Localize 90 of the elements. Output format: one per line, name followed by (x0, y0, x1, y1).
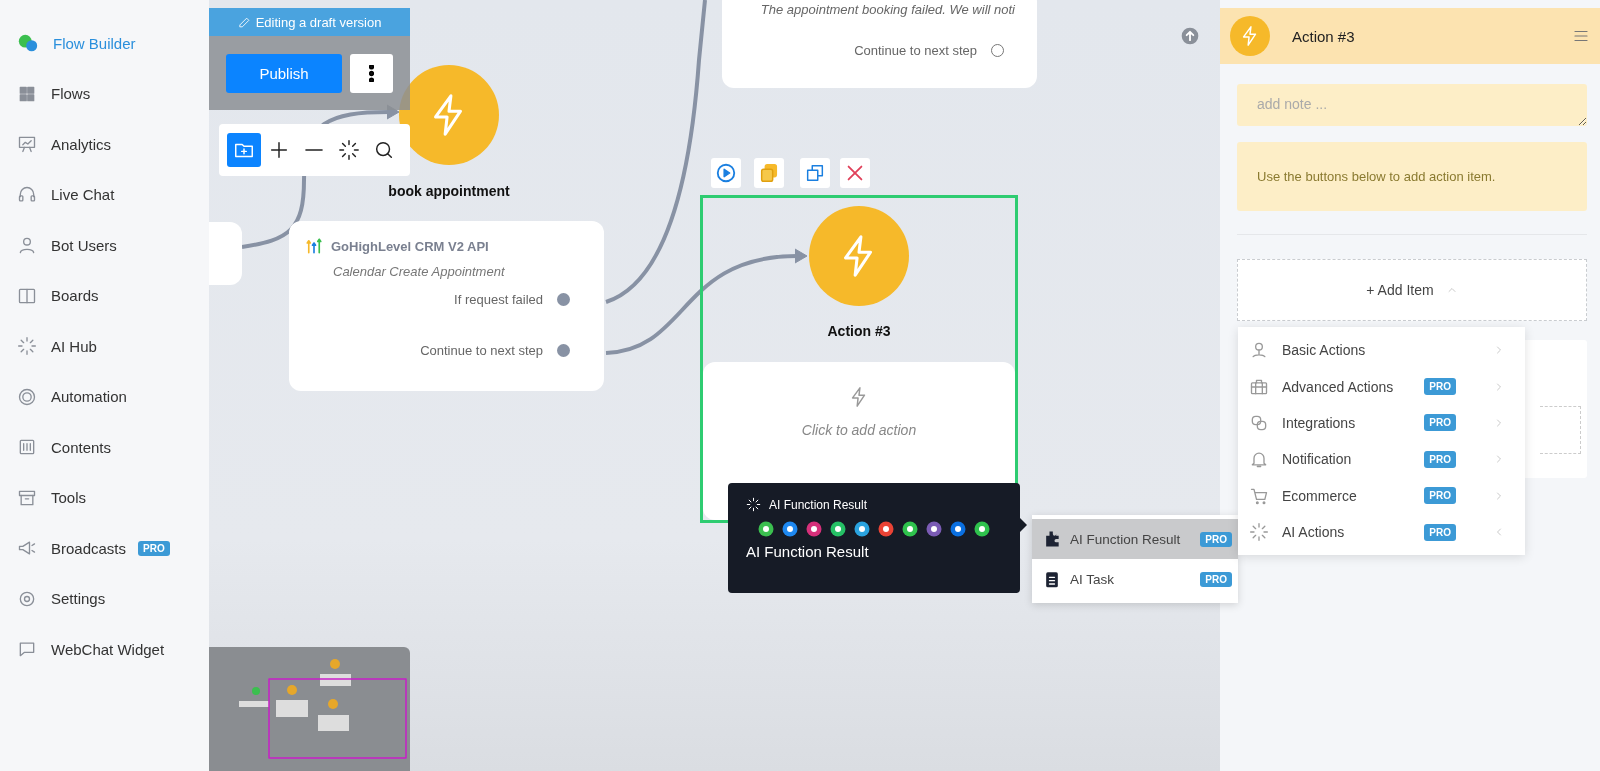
channel-icon (830, 521, 846, 537)
panel-title: Action #3 (1292, 27, 1356, 45)
menu-item-icon (17, 235, 37, 256)
sparkle-icon (746, 497, 761, 512)
sidebar-item[interactable]: Analytics (51, 135, 112, 153)
submenu-item[interactable]: AI Task PRO (1032, 559, 1238, 599)
item-label: Ecommerce (1282, 487, 1357, 504)
search-icon (373, 139, 395, 161)
zoom-in-icon (268, 139, 290, 161)
menu-item[interactable]: Notification PRO (1238, 441, 1525, 478)
item-label: Basic Actions (1282, 342, 1366, 359)
sidebar-item[interactable]: Boards (51, 287, 99, 305)
publish-button[interactable]: Publish (226, 53, 342, 93)
channel-icon (950, 521, 966, 537)
node-action-button[interactable] (840, 158, 870, 188)
node-action-button[interactable] (711, 158, 741, 188)
item-label: AI Actions (1282, 524, 1345, 541)
sparkle-icon (338, 139, 360, 161)
sidebar-item[interactable]: Automation (51, 388, 127, 406)
node-card[interactable]: GoHighLevel CRM V2 API Calendar Create Appointment If request failed Continue to next step (289, 221, 604, 391)
message-text: The appointment booking failed. We will noti (760, 2, 1015, 17)
item-label: Advanced Actions (1282, 378, 1394, 395)
pro-badge: PRO (1424, 523, 1456, 541)
copy-icon (758, 162, 780, 184)
tooltip-title: AI Function Result (769, 497, 868, 512)
node-title: book appointment (387, 183, 511, 199)
pro-badge: PRO (1200, 571, 1232, 587)
menu-item[interactable]: Advanced Actions PRO (1238, 368, 1525, 405)
kebab-icon (369, 64, 374, 82)
pro-badge: PRO (1424, 487, 1456, 505)
banner-text: Editing a draft version (255, 14, 382, 30)
card-title: GoHighLevel CRM V2 API (331, 238, 489, 254)
menu-item[interactable]: Basic Actions (1238, 332, 1525, 369)
sidebar-item[interactable]: Bot Users (51, 236, 117, 254)
note-field[interactable]: add note ... (1237, 84, 1587, 126)
channel-icon (854, 521, 870, 537)
play-icon (715, 162, 737, 184)
output-port[interactable] (557, 344, 570, 357)
channel-icon (878, 521, 894, 537)
sidebar-item[interactable]: Flows (51, 85, 91, 103)
minimap[interactable] (209, 647, 410, 771)
output-label: Continue to next step (420, 343, 543, 358)
node-action-button[interactable] (754, 158, 784, 188)
pro-badge: PRO (1200, 531, 1232, 547)
menu-item[interactable]: Ecommerce PRO (1238, 477, 1525, 514)
upload-icon (1180, 26, 1200, 46)
item-label: AI Function Result (1070, 531, 1181, 547)
add-item-button[interactable]: + Add Item (1237, 259, 1587, 321)
menu-item-icon (17, 134, 37, 155)
sidebar-item[interactable]: Broadcasts (51, 539, 127, 557)
more-button[interactable] (350, 53, 393, 93)
item-label: AI Task (1070, 571, 1115, 587)
sidebar-item[interactable]: AI Hub (51, 337, 97, 355)
menu-item-icon (17, 336, 37, 357)
sidebar-item[interactable]: Settings (51, 590, 106, 608)
node-action-button[interactable] (800, 158, 830, 188)
channel-icon (974, 521, 990, 537)
menu-item[interactable]: AI Actions PRO (1238, 513, 1525, 551)
sidebar-item[interactable]: Live Chat (51, 186, 115, 204)
pro-badge: PRO (1424, 450, 1456, 468)
output-label: Continue to next step (854, 43, 977, 58)
channel-icon (806, 521, 822, 537)
pro-badge: PRO (1424, 378, 1456, 396)
submenu-item[interactable]: AI Function Result PRO (1032, 519, 1238, 559)
node-card[interactable]: The appointment booking failed. We will noti Continue to next step (722, 0, 1037, 88)
menu-item-icon (17, 386, 37, 407)
card-subtitle: Calendar Create Appointment (333, 264, 506, 279)
card-hint: Click to add action (801, 422, 917, 438)
menu-item[interactable]: Integrations PRO (1238, 404, 1525, 442)
sidebar-item[interactable]: Tools (51, 489, 87, 507)
menu-item-icon (17, 184, 37, 205)
pro-badge: PRO (138, 540, 170, 556)
channel-icon (902, 521, 918, 537)
output-label: If request failed (454, 292, 543, 307)
channel-icon (926, 521, 942, 537)
sidebar-item[interactable]: Contents (51, 438, 112, 456)
duplicate-icon (804, 162, 826, 184)
category-icon (1249, 522, 1269, 543)
bars-arrows-icon (305, 237, 323, 255)
edit-icon (237, 15, 251, 29)
node-title: Action #3 (826, 323, 892, 339)
sidebar-item[interactable]: WebChat Widget (51, 640, 165, 658)
info-message: Use the buttons below to add action item. (1237, 142, 1587, 211)
pro-badge: PRO (1424, 414, 1456, 432)
item-label: Notification (1282, 451, 1352, 468)
tooltip-text: AI Function Result (746, 543, 870, 560)
channel-icon (782, 521, 798, 537)
output-port[interactable] (557, 293, 570, 306)
channel-icon (758, 521, 774, 537)
item-label: Integrations (1282, 414, 1356, 431)
